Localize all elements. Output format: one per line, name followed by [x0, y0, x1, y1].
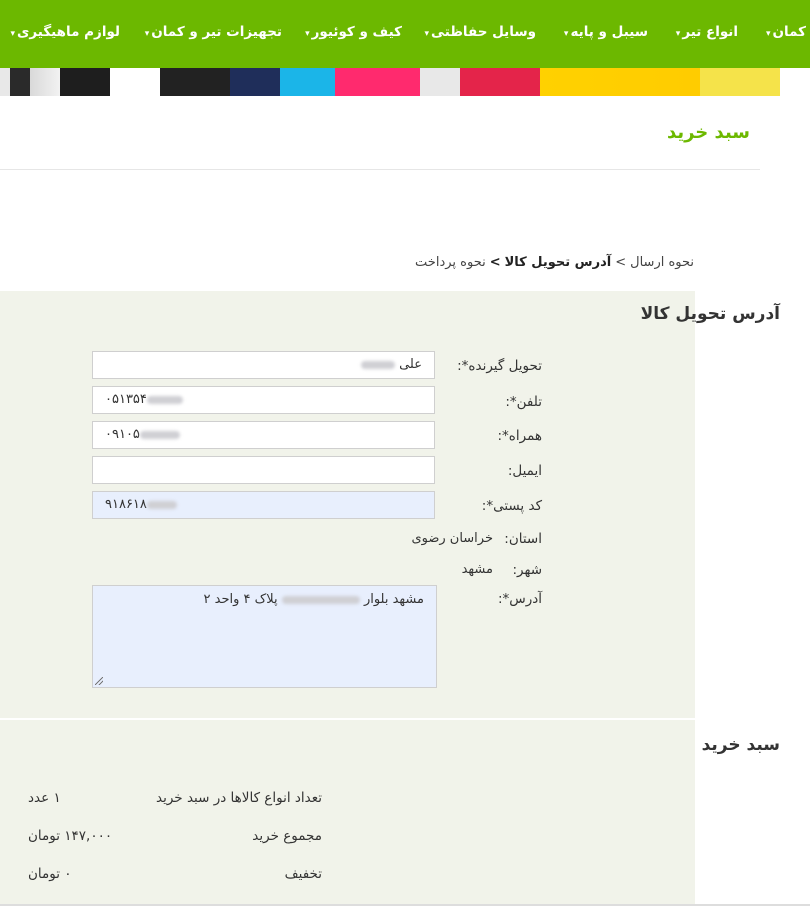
- discount-value: ۰ تومان: [28, 866, 72, 882]
- recipient-value: علی: [399, 357, 422, 372]
- top-nav: کمان▾ انواع تیر▾ سیبل و پایه▾ وسایل حفاظ…: [0, 0, 810, 68]
- step-separator: >: [489, 255, 501, 270]
- address-heading: آدرس تحویل کالا: [640, 304, 780, 324]
- phone-value: ۰۵۱۳۵۴: [105, 392, 147, 407]
- chevron-down-icon: ▾: [144, 29, 150, 39]
- chevron-down-icon: ▾: [765, 29, 771, 39]
- recipient-input[interactable]: علی: [92, 351, 435, 379]
- cart-summary-panel: [0, 720, 695, 906]
- phone-label: تلفن*:: [505, 394, 542, 410]
- postal-code-input[interactable]: ۹۱۸۶۱۸: [92, 491, 435, 519]
- nav-item-arrows[interactable]: انواع تیر▾: [676, 24, 738, 40]
- redacted-text: [146, 500, 177, 509]
- step-separator: >: [615, 255, 627, 270]
- postal-code-label: کد پستی*:: [481, 498, 542, 514]
- resize-handle-icon[interactable]: [95, 677, 103, 685]
- city-value: مشهد: [461, 562, 493, 577]
- redacted-text: [146, 395, 183, 404]
- province-value: خراسان رضوی: [411, 531, 493, 546]
- mobile-label: همراه*:: [497, 428, 543, 444]
- city-label: شهر:: [512, 562, 542, 578]
- province-label: استان:: [504, 531, 542, 547]
- nav-item-fishing[interactable]: لوازم ماهیگیری▾: [11, 24, 121, 40]
- step-shipping[interactable]: نحوه ارسال: [630, 255, 694, 270]
- mobile-input[interactable]: ۰۹۱۰۵: [92, 421, 435, 449]
- item-count-label: تعداد انواع کالاها در سبد خرید: [156, 790, 322, 806]
- email-label: ایمیل:: [507, 463, 542, 479]
- discount-label: تخفیف: [284, 866, 322, 882]
- chevron-down-icon: ▾: [675, 29, 681, 39]
- nav-item-equipment[interactable]: تجهیزات تیر و کمان▾: [145, 24, 282, 40]
- nav-item-bow[interactable]: کمان▾: [766, 24, 806, 40]
- postal-code-value: ۹۱۸۶۱۸: [105, 497, 147, 512]
- chevron-down-icon: ▾: [563, 29, 569, 39]
- cart-heading: سبد خرید: [701, 735, 780, 755]
- chevron-down-icon: ▾: [424, 29, 430, 39]
- address-textarea[interactable]: مشهد بلوار پلاک ۴ واحد ۲: [92, 585, 437, 688]
- recipient-label: تحویل گیرنده*:: [457, 358, 542, 374]
- redacted-text: [139, 430, 180, 439]
- address-label: آدرس*:: [497, 591, 542, 607]
- nav-item-protection[interactable]: وسایل حفاظتی▾: [425, 24, 537, 40]
- mobile-value: ۰۹۱۰۵: [105, 427, 140, 442]
- chevron-down-icon: ▾: [305, 29, 310, 39]
- total-value: ۱۴۷,۰۰۰ تومان: [28, 828, 113, 844]
- step-payment: نحوه پرداخت: [415, 255, 486, 270]
- redacted-text: [281, 595, 360, 604]
- checkout-steps: نحوه ارسال>آدرس تحویل کالا>نحوه پرداخت: [415, 255, 694, 270]
- email-input[interactable]: [92, 456, 435, 484]
- address-value-end: پلاک ۴ واحد ۲: [203, 592, 278, 607]
- page-title: سبد خرید: [666, 122, 750, 143]
- nav-item-targets[interactable]: سیبل و پایه▾: [564, 24, 648, 40]
- redacted-text: [360, 360, 395, 369]
- chevron-down-icon: ▾: [10, 29, 16, 39]
- address-value-start: مشهد بلوار: [363, 592, 424, 607]
- header-banner: [0, 68, 810, 96]
- item-count-value: ۱ عدد: [28, 790, 61, 806]
- total-label: مجموع خرید: [252, 828, 322, 844]
- divider: [0, 169, 760, 170]
- phone-input[interactable]: ۰۵۱۳۵۴: [92, 386, 435, 414]
- nav-item-bags[interactable]: کیف و کوئیور▾: [305, 24, 402, 40]
- step-address: آدرس تحویل کالا: [504, 255, 612, 270]
